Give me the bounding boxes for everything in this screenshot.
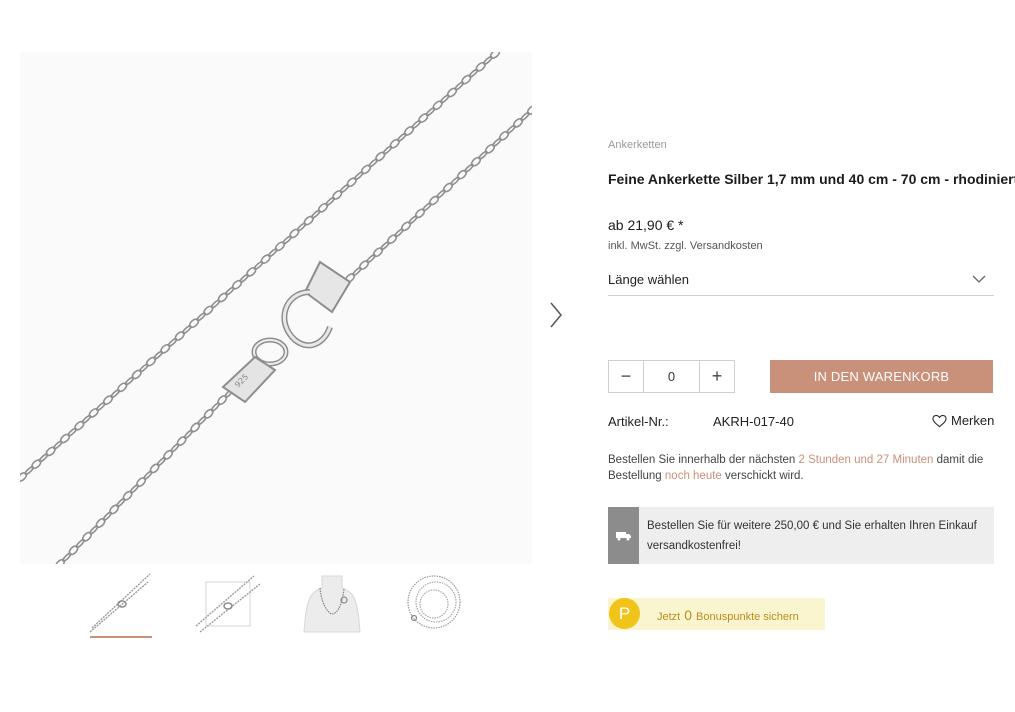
product-title: Feine Ankerkette Silber 1,7 mm und 40 cm…	[608, 171, 1015, 187]
thumbnail-1[interactable]	[82, 570, 154, 638]
bonus-suffix: Bonuspunkte sichern	[696, 611, 799, 623]
chain-illustration: 925	[20, 52, 532, 564]
thumbnail-coil-image	[407, 575, 461, 629]
add-to-cart-button[interactable]: IN DEN WARENKORB	[770, 360, 993, 393]
bonus-points-count: 0	[684, 607, 693, 623]
length-select[interactable]: Länge wählen	[608, 266, 994, 296]
delivery-notice: Bestellen Sie innerhalb der nächsten 2 S…	[608, 452, 994, 484]
bonus-text: Jetzt 0 Bonuspunkte sichern	[657, 607, 799, 623]
free-shipping-notice: Bestellen Sie für weitere 250,00 € und S…	[608, 507, 994, 564]
heart-icon	[932, 414, 947, 427]
thumbnail-2[interactable]	[192, 570, 264, 636]
next-image-arrow[interactable]	[545, 300, 567, 330]
delivery-prefix: Bestellen Sie innerhalb der nächsten	[608, 454, 799, 466]
article-number-value: AKRH-017-40	[713, 414, 794, 429]
chevron-right-icon	[550, 302, 562, 328]
article-number-label: Artikel-Nr.:	[608, 414, 669, 429]
thumbnail-strip	[80, 570, 500, 640]
quantity-input[interactable]	[643, 361, 700, 392]
delivery-today: noch heute	[664, 470, 722, 482]
quantity-stepper: − +	[608, 360, 735, 393]
wishlist-button[interactable]: Merken	[932, 413, 994, 428]
bonus-prefix: Jetzt	[657, 611, 681, 623]
thumbnail-4[interactable]	[398, 570, 470, 636]
chevron-down-icon	[972, 275, 986, 283]
thumbnail-chain-image	[89, 573, 151, 633]
quantity-decrease-button[interactable]: −	[609, 361, 643, 392]
thumbnail-clasp-image	[195, 575, 261, 633]
product-image[interactable]: 925	[20, 52, 532, 564]
shipping-icon-box	[608, 507, 639, 564]
quantity-increase-button[interactable]: +	[700, 361, 734, 392]
truck-icon	[615, 531, 631, 540]
delivery-countdown: 2 Stunden und 27 Minuten	[798, 454, 934, 466]
thumbnail-3[interactable]	[296, 570, 368, 636]
bonus-coin-icon: P	[609, 598, 640, 629]
delivery-suffix: verschickt wird.	[721, 470, 804, 482]
length-select-label: Länge wählen	[608, 272, 689, 287]
thumbnail-bust-image	[303, 575, 361, 633]
product-price: ab 21,90 € *	[608, 217, 684, 233]
breadcrumb-category[interactable]: Ankerketten	[608, 139, 667, 151]
tax-note: inkl. MwSt. zzgl. Versandkosten	[608, 240, 763, 252]
bonus-points-banner[interactable]: P Jetzt 0 Bonuspunkte sichern	[608, 598, 825, 630]
wishlist-label: Merken	[951, 413, 995, 428]
free-shipping-text: Bestellen Sie für weitere 250,00 € und S…	[647, 520, 977, 552]
